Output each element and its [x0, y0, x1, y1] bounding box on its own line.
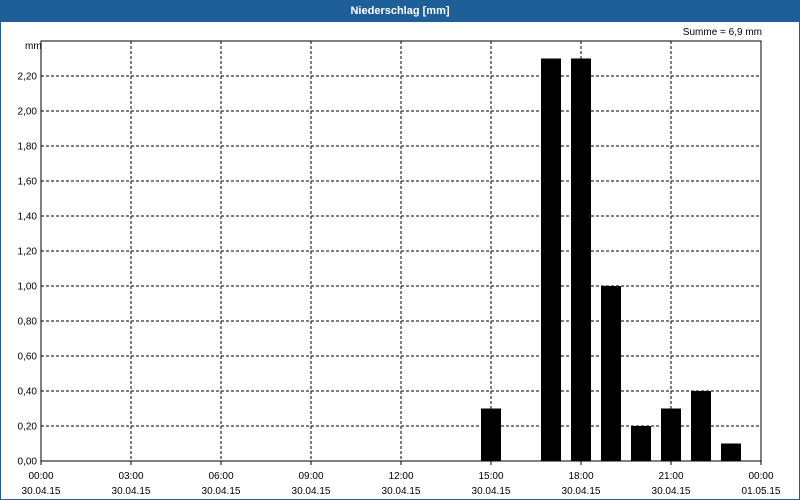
- x-tick-labels: 00:00 30.04.15 03:00 30.04.15 06:00 30.04.15 0…: [22, 471, 781, 497]
- x-tick-time: 03:00: [118, 471, 143, 482]
- x-tick-date: 30.04.15: [202, 486, 241, 497]
- y-tick-label: 1,60: [18, 177, 38, 188]
- bar: [661, 408, 681, 461]
- bar: [721, 443, 741, 461]
- x-tick-time: 00:00: [28, 471, 53, 482]
- y-tick-label: 0,80: [18, 317, 38, 328]
- x-tick-date: 30.04.15: [292, 486, 331, 497]
- x-tick-date: 30.04.15: [112, 486, 151, 497]
- x-tick-date: 30.04.15: [472, 486, 511, 497]
- bar: [481, 408, 501, 461]
- grid: [41, 41, 761, 461]
- precipitation-chart: 0,00 0,20 0,40 0,60 0,80 1,00 1,20 1,40 1,60 1,80…: [18, 40, 781, 497]
- bar: [571, 58, 591, 461]
- bar: [691, 391, 711, 461]
- y-tick-label: 0,60: [18, 352, 38, 363]
- x-tick-time: 06:00: [208, 471, 233, 482]
- x-tick-time: 09:00: [298, 471, 323, 482]
- y-tick-label: 1,80: [18, 142, 38, 153]
- bars: [481, 58, 741, 461]
- y-tick-label: 0,00: [18, 457, 38, 468]
- x-tick-date: 30.04.15: [22, 486, 61, 497]
- y-tick-label: 2,00: [18, 107, 38, 118]
- y-tick-label: 1,40: [18, 212, 38, 223]
- y-tick-label: 1,00: [18, 282, 38, 293]
- x-tick-date: 30.04.15: [562, 486, 601, 497]
- y-tick-label: 0,40: [18, 387, 38, 398]
- y-tick-label: 0,20: [18, 422, 38, 433]
- x-tick-time: 21:00: [658, 471, 683, 482]
- x-tick-date: 30.04.15: [382, 486, 421, 497]
- bar: [601, 286, 621, 461]
- y-tick-label: 1,20: [18, 247, 38, 258]
- x-tick-date: 30.04.15: [652, 486, 691, 497]
- x-tick-time: 00:00: [748, 471, 773, 482]
- x-tick-time: 15:00: [478, 471, 503, 482]
- x-tick-date: 01.05.15: [742, 486, 781, 497]
- y-tick-labels: 0,00 0,20 0,40 0,60 0,80 1,00 1,20 1,40 1,60 1,80…: [18, 72, 38, 468]
- x-tick-time: 18:00: [568, 471, 593, 482]
- y-tick-label: 2,20: [18, 72, 38, 83]
- bar: [631, 426, 651, 461]
- bar: [541, 58, 561, 461]
- x-tick-time: 12:00: [388, 471, 413, 482]
